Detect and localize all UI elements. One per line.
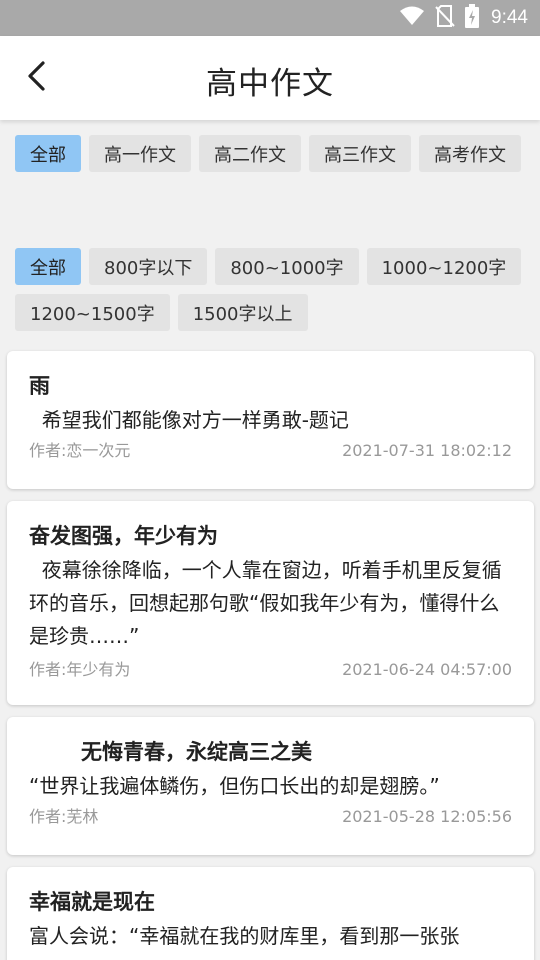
- length-chip-over-1500[interactable]: 1500字以上: [177, 294, 308, 331]
- article-card[interactable]: 幸福就是现在 富人会说：“幸福就在我的财库里，看到那一张张: [7, 867, 534, 960]
- article-author: 作者:恋一次元: [29, 441, 131, 460]
- article-meta: 作者:年少有为 2021-06-24 04:57:00: [29, 658, 512, 682]
- status-bar: 9:44: [0, 0, 540, 36]
- length-chip-under-800[interactable]: 800字以下: [89, 248, 208, 285]
- article-meta: 作者:恋一次元 2021-07-31 18:02:12: [29, 439, 512, 463]
- length-chip-1200-1500[interactable]: 1200~1500字: [15, 294, 170, 331]
- grade-filter: 全部 高一作文 高二作文 高三作文 高考作文: [15, 135, 530, 172]
- grade-chip-grade3[interactable]: 高三作文: [309, 135, 411, 172]
- page-title: 高中作文: [206, 66, 334, 102]
- battery-charging-icon: [465, 4, 480, 32]
- article-excerpt: 富人会说：“幸福就在我的财库里，看到那一张张: [29, 924, 460, 948]
- article-title: 奋发图强，年少有为: [29, 524, 218, 548]
- article-excerpt: “世界让我遍体鳞伤，但伤口长出的却是翅膀。”: [29, 774, 440, 798]
- article-date: 2021-06-24 04:57:00: [342, 660, 512, 679]
- article-card[interactable]: 无悔青春，永绽高三之美 “世界让我遍体鳞伤，但伤口长出的却是翅膀。” 作者:芜林…: [7, 717, 534, 855]
- article-title: 雨: [29, 374, 50, 398]
- status-time: 9:44: [491, 7, 528, 28]
- app-bar: 高中作文: [0, 36, 540, 120]
- grade-chip-grade2[interactable]: 高二作文: [199, 135, 301, 172]
- article-author: 作者:芜林: [29, 807, 99, 826]
- grade-chip-all[interactable]: 全部: [15, 135, 81, 172]
- article-author: 作者:年少有为: [29, 660, 131, 679]
- article-excerpt: 夜幕徐徐降临，一个人靠在窗边，听着手机里反复循环的音乐，回想起那句歌“假如我年少…: [29, 558, 502, 648]
- article-title: 幸福就是现在: [29, 890, 155, 914]
- wifi-icon: [399, 6, 425, 30]
- article-date: 2021-07-31 18:02:12: [342, 441, 512, 460]
- article-title: 无悔青春，永绽高三之美: [81, 740, 312, 764]
- length-chip-800-1000[interactable]: 800~1000字: [215, 248, 359, 285]
- article-excerpt: 希望我们都能像对方一样勇敢-题记: [29, 408, 349, 432]
- length-chip-1000-1200[interactable]: 1000~1200字: [366, 248, 522, 285]
- length-filter: 全部 800字以下 800~1000字 1000~1200字 1200~1500…: [15, 248, 530, 331]
- article-card[interactable]: 奋发图强，年少有为 夜幕徐徐降临，一个人靠在窗边，听着手机里反复循环的音乐，回想…: [7, 501, 534, 705]
- status-icons: 9:44: [399, 0, 528, 36]
- grade-chip-grade1[interactable]: 高一作文: [89, 135, 191, 172]
- article-meta: 作者:芜林 2021-05-28 12:05:56: [29, 805, 512, 829]
- length-chip-all[interactable]: 全部: [15, 248, 81, 285]
- no-sim-icon: [435, 5, 455, 31]
- grade-chip-gaokao[interactable]: 高考作文: [419, 135, 521, 172]
- article-date: 2021-05-28 12:05:56: [342, 807, 512, 826]
- article-card[interactable]: 雨 希望我们都能像对方一样勇敢-题记 作者:恋一次元 2021-07-31 18…: [7, 351, 534, 489]
